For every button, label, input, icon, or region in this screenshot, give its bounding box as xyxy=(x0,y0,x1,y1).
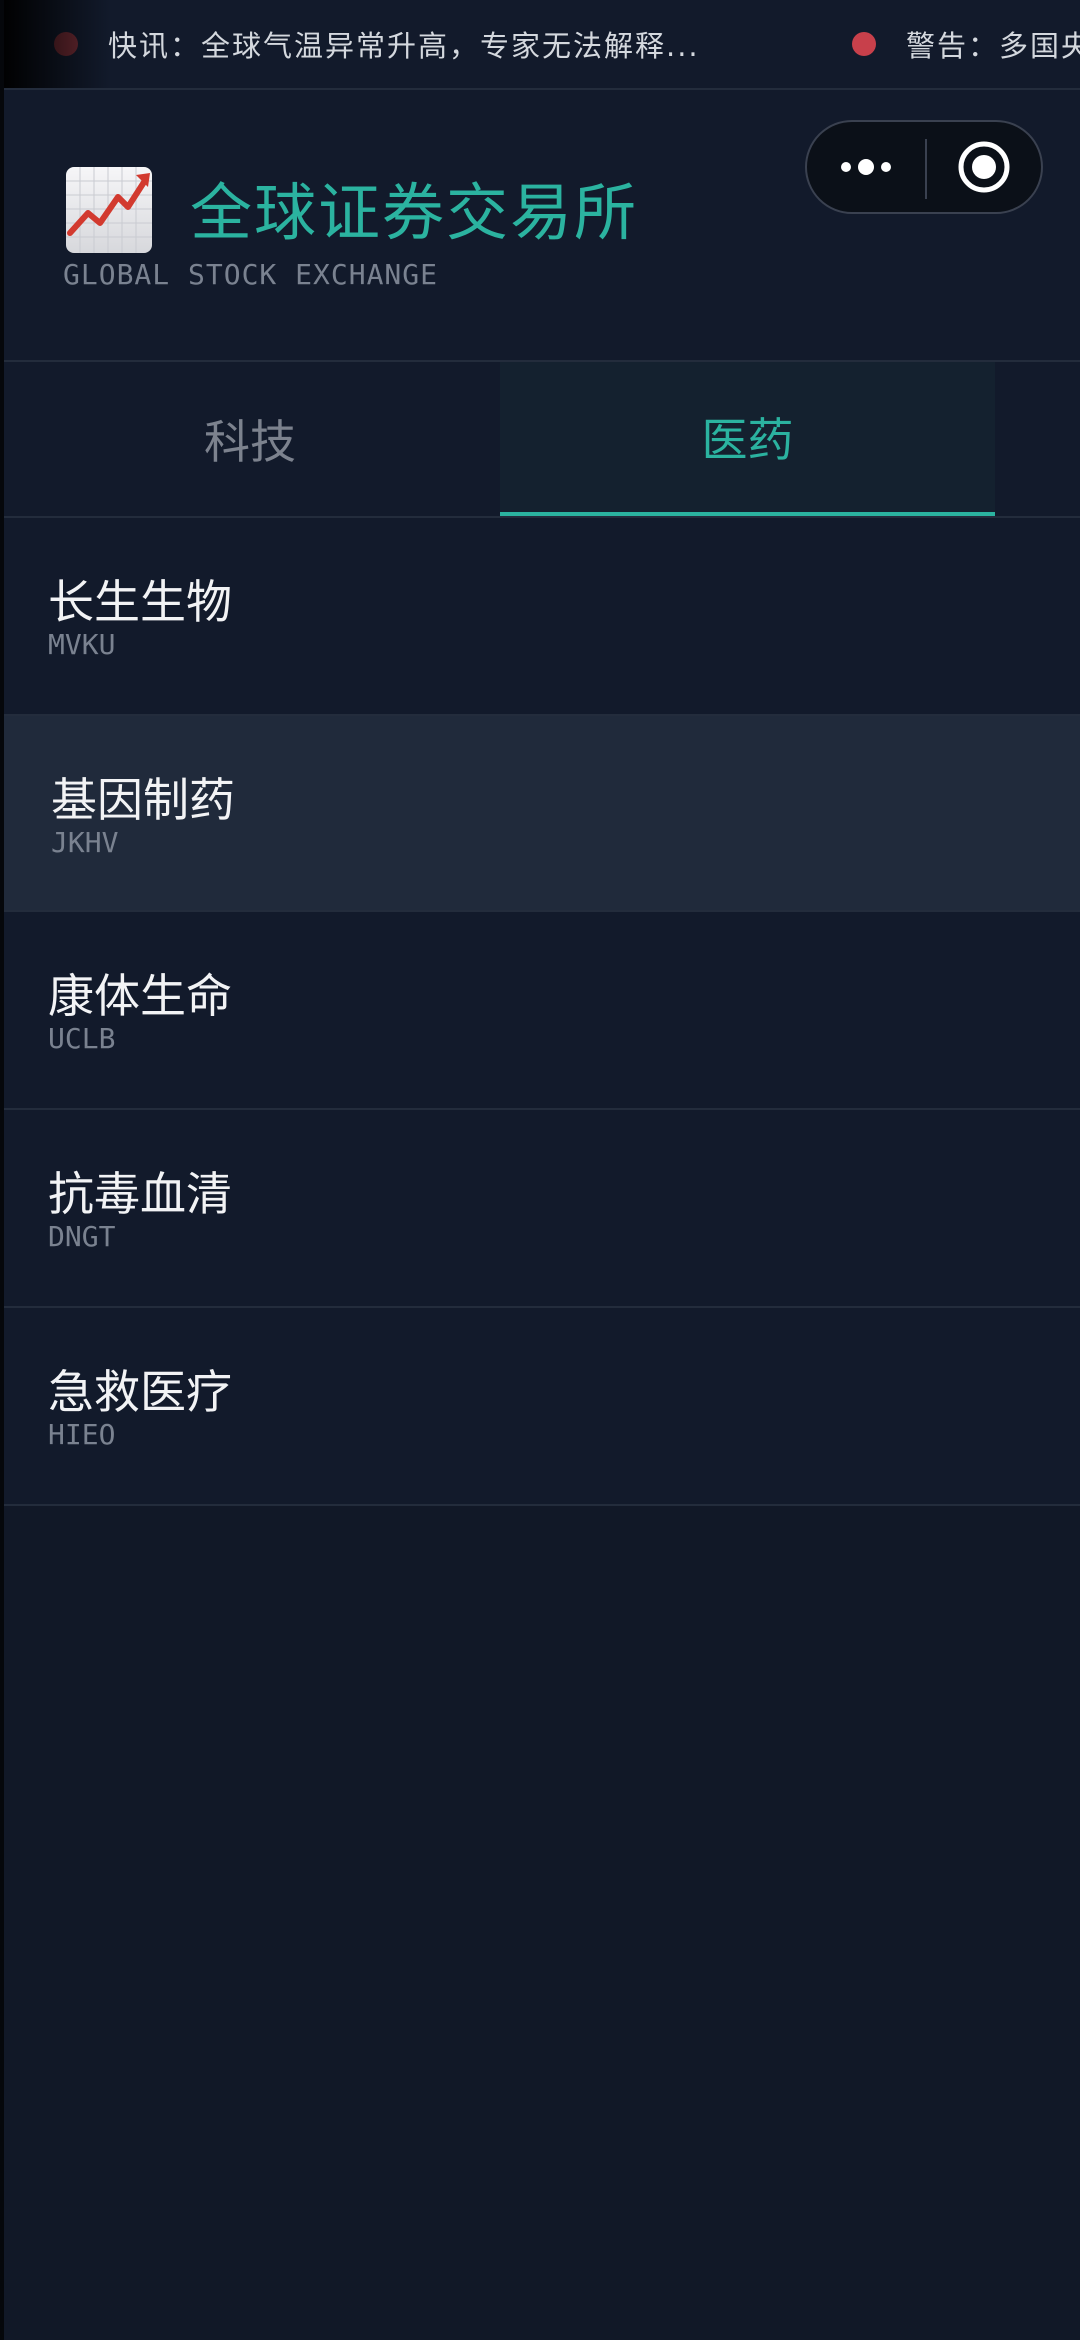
ticker-fade xyxy=(0,0,110,88)
stock-name: 抗毒血清 xyxy=(48,1167,232,1221)
stock-code: UCLB xyxy=(48,1022,116,1055)
left-edge-strip xyxy=(0,0,4,2340)
stock-list: 长生生物 MVKU 基因制药 JKHV 康体生命 UCLB 抗毒血清 DNGT … xyxy=(0,518,1080,1506)
stock-row[interactable]: 急救医疗 HIEO xyxy=(0,1308,1080,1506)
stock-row[interactable]: 康体生命 UCLB xyxy=(0,912,1080,1110)
tab-tech[interactable]: 科技 xyxy=(0,362,500,516)
stock-row-selected[interactable]: 基因制药 JKHV xyxy=(0,716,1080,912)
app-title: 全球证券交易所 xyxy=(190,176,639,249)
alert-dot-icon xyxy=(852,32,876,56)
app-subtitle: GLOBAL STOCK EXCHANGE xyxy=(63,258,439,291)
chart-increasing-icon xyxy=(66,167,152,253)
close-button[interactable] xyxy=(927,122,1041,212)
mini-program-capsule xyxy=(805,120,1043,214)
ticker-item[interactable]: 警告：多国央 xyxy=(852,0,1080,88)
stock-code: JKHV xyxy=(51,826,119,859)
more-button[interactable] xyxy=(807,122,925,212)
stock-name: 基因制药 xyxy=(51,773,235,827)
stock-row[interactable]: 长生生物 MVKU xyxy=(0,518,1080,716)
tab-pharma[interactable]: 医药 xyxy=(500,362,995,516)
stock-row[interactable]: 抗毒血清 DNGT xyxy=(0,1110,1080,1308)
ticker-item[interactable]: 快讯：全球气温异常升高，专家无法解释... xyxy=(54,0,700,88)
category-tabs: 科技 医药 xyxy=(0,362,1080,518)
stock-name: 康体生命 xyxy=(48,969,232,1023)
stock-name: 急救医疗 xyxy=(48,1365,232,1419)
stock-code: DNGT xyxy=(48,1220,116,1253)
stock-code: HIEO xyxy=(48,1418,116,1451)
stock-name: 长生生物 xyxy=(48,575,232,629)
ticker-text: 快讯：全球气温异常升高，专家无法解释... xyxy=(108,29,700,63)
ticker-text: 警告：多国央 xyxy=(906,29,1080,63)
stock-code: MVKU xyxy=(48,628,116,661)
app-screen: 快讯：全球气温异常升高，专家无法解释... 警告：多国央 全球证券交易所 GLO… xyxy=(0,0,1080,2340)
app-header: 全球证券交易所 GLOBAL STOCK EXCHANGE xyxy=(0,90,1080,362)
target-circle-icon xyxy=(958,141,1010,193)
more-dots-icon xyxy=(841,159,891,175)
news-ticker: 快讯：全球气温异常升高，专家无法解释... 警告：多国央 xyxy=(0,0,1080,90)
